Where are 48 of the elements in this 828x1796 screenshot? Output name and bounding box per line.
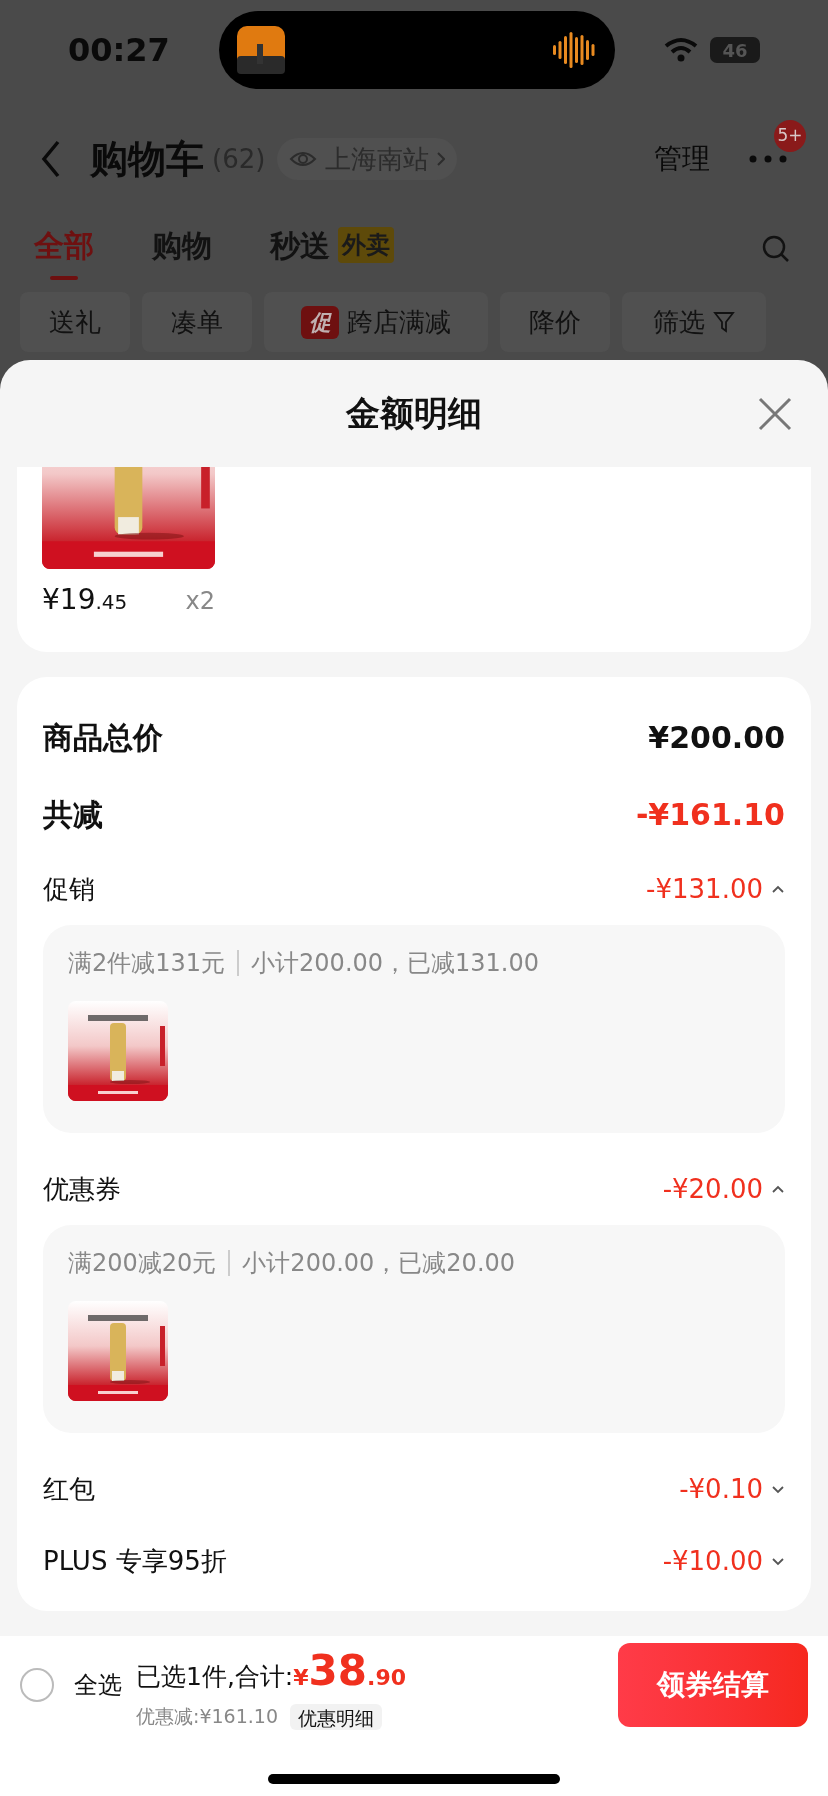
wifi-icon xyxy=(664,37,698,63)
discount-label: 优惠券 xyxy=(43,1172,121,1206)
summary-amount: ¥200.00 xyxy=(648,719,785,757)
page-title: 购物车 xyxy=(90,135,204,183)
filter-chip[interactable]: 降价 xyxy=(500,292,610,352)
category-tab[interactable]: 购物 xyxy=(152,216,212,282)
discount-rule: 满200减20元 xyxy=(68,1248,217,1279)
discount-label: 促销 xyxy=(43,872,95,906)
category-tab[interactable]: 秒送 外卖 xyxy=(270,216,394,282)
filter-chip[interactable]: 筛选 xyxy=(622,292,766,352)
battery-indicator: 46 xyxy=(710,37,760,63)
discount-amount[interactable]: -¥20.00 xyxy=(662,1169,763,1209)
discount-label: PLUS 专享95折 xyxy=(43,1544,227,1578)
category-tab[interactable]: 全部 xyxy=(34,216,94,282)
discount-amount[interactable]: -¥0.10 xyxy=(679,1469,763,1509)
close-icon[interactable] xyxy=(758,396,792,431)
back-icon[interactable] xyxy=(40,139,62,179)
status-time: 00:27 xyxy=(68,30,170,71)
app-thumbnail-icon xyxy=(236,26,285,74)
discount-rule: 满2件减131元 xyxy=(68,948,226,979)
eye-icon xyxy=(289,150,318,168)
filter-chip[interactable]: 送礼 xyxy=(20,292,130,352)
discount-amount[interactable]: -¥131.00 xyxy=(646,869,763,909)
checkout-button[interactable]: 领券结算 xyxy=(618,1643,808,1727)
filter-chip[interactable]: 促 跨店满减 xyxy=(264,292,488,352)
summary-label: 商品总价 xyxy=(43,719,163,757)
notification-badge: 5+ xyxy=(774,120,806,152)
discount-amount[interactable]: -¥10.00 xyxy=(662,1541,763,1581)
product-quantity: x2 xyxy=(185,586,215,617)
product-price: ¥19.45 xyxy=(42,582,128,618)
sheet-title: 金额明细 xyxy=(346,392,482,435)
chevron-right-icon xyxy=(437,152,446,166)
discount-details-button[interactable]: 优惠明细 xyxy=(290,1703,382,1730)
summary-amount: -¥161.10 xyxy=(635,796,785,834)
summary-label: 共减 xyxy=(43,796,103,834)
total-price: ¥38.90 xyxy=(293,1645,407,1698)
select-all-label[interactable]: 全选 xyxy=(74,1667,122,1703)
savings-text: 优惠减:¥161.10 xyxy=(136,1704,278,1730)
discount-subtotal: 小计200.00，已减20.00 xyxy=(242,1248,516,1279)
discount-label: 红包 xyxy=(43,1472,95,1506)
more-icon[interactable] xyxy=(748,154,788,164)
select-all-checkbox[interactable] xyxy=(20,1668,54,1702)
manage-link[interactable]: 管理 xyxy=(654,138,710,180)
discount-subtotal: 小计200.00，已减131.00 xyxy=(251,948,540,979)
filter-chip[interactable]: 凑单 xyxy=(142,292,252,352)
selected-summary: 已选1件,合计: xyxy=(136,1661,294,1694)
filter-icon xyxy=(713,311,735,333)
audio-wave-icon xyxy=(552,30,597,70)
